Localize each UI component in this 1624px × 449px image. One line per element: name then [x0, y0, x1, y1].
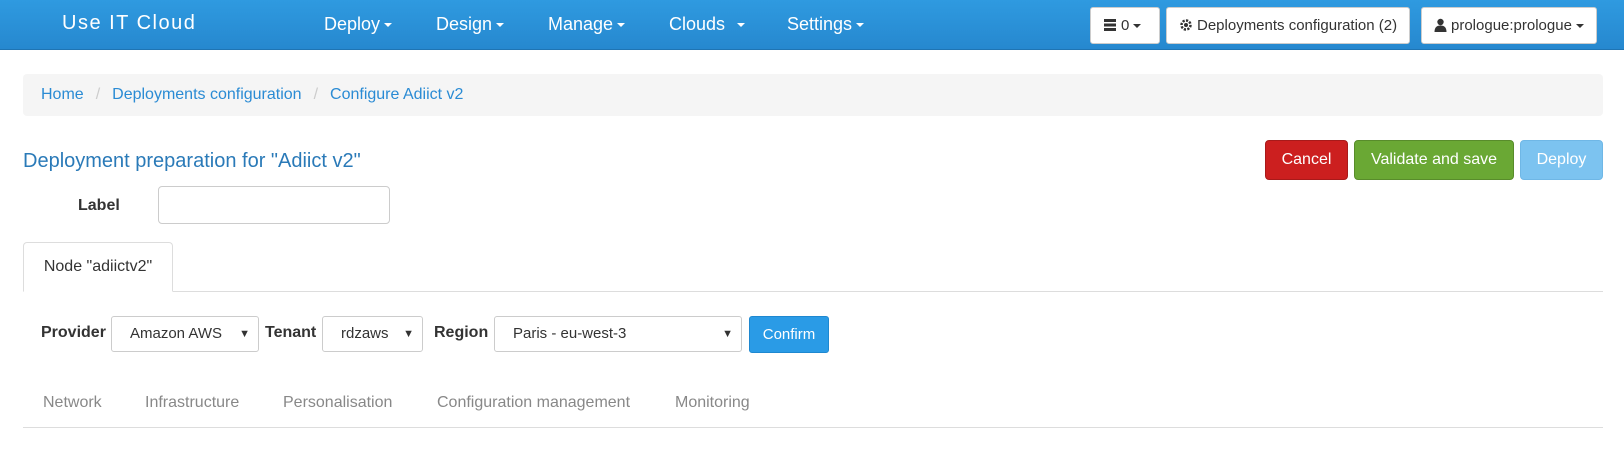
breadcrumb-separator: /	[95, 86, 101, 103]
menu-design-label: Design	[436, 14, 493, 34]
menu-settings-label: Settings	[787, 14, 853, 34]
provider-value: Amazon AWS	[130, 325, 222, 342]
region-label: Region	[434, 324, 489, 341]
label-input[interactable]	[158, 186, 390, 224]
dropdown-arrow-icon: ▼	[239, 328, 250, 340]
chevron-down-icon	[1133, 24, 1142, 29]
menu-manage-label: Manage	[548, 14, 614, 34]
deployments-config-label: Deployments configuration (2)	[1197, 17, 1398, 34]
server-icon	[1104, 19, 1116, 31]
menu-settings[interactable]: Settings	[787, 14, 865, 35]
chevron-down-icon	[384, 23, 393, 28]
chevron-down-icon	[617, 23, 626, 28]
server-count: 0	[1121, 17, 1130, 34]
tenant-value: rdzaws	[341, 325, 389, 342]
tab-node[interactable]: Node "adiictv2"	[23, 242, 173, 292]
brand-logo[interactable]: Use IT Cloud	[62, 12, 196, 35]
menu-clouds[interactable]: Clouds	[669, 14, 746, 35]
provider-select[interactable]: Amazon AWS ▼	[111, 316, 259, 352]
dropdown-arrow-icon: ▼	[722, 328, 733, 340]
breadcrumb: Home / Deployments configuration / Configure…	[23, 74, 1603, 116]
breadcrumb-deployments-configuration[interactable]: Deployments configuration	[112, 86, 301, 103]
server-count-button[interactable]: 0	[1090, 7, 1160, 44]
breadcrumb-home[interactable]: Home	[41, 86, 84, 103]
sections-divider	[23, 427, 1603, 428]
tabs-divider	[23, 291, 1603, 292]
tab-infrastructure[interactable]: Infrastructure	[145, 394, 239, 412]
chevron-down-icon	[496, 23, 505, 28]
cancel-button[interactable]: Cancel	[1265, 140, 1348, 180]
tenant-select[interactable]: rdzaws ▼	[322, 316, 423, 352]
breadcrumb-separator: /	[313, 86, 319, 103]
region-value: Paris - eu-west-3	[513, 325, 627, 342]
tenant-label: Tenant	[265, 324, 317, 341]
gear-icon	[1180, 19, 1192, 31]
confirm-button[interactable]: Confirm	[749, 316, 829, 353]
tab-network[interactable]: Network	[43, 394, 102, 412]
page-title: Deployment preparation for "Adiict v2"	[23, 150, 361, 172]
deploy-button[interactable]: Deploy	[1520, 140, 1603, 180]
tab-monitoring[interactable]: Monitoring	[675, 394, 750, 412]
label-caption: Label	[78, 197, 120, 214]
top-navbar: Use IT Cloud Deploy Design Manage Clouds…	[0, 0, 1624, 50]
dropdown-arrow-icon: ▼	[403, 328, 414, 340]
tab-configuration-management[interactable]: Configuration management	[437, 394, 630, 412]
deployments-config-button[interactable]: Deployments configuration (2)	[1166, 7, 1411, 44]
tab-personalisation[interactable]: Personalisation	[283, 394, 392, 412]
user-icon	[1434, 18, 1447, 32]
breadcrumb-configure[interactable]: Configure Adiict v2	[330, 86, 463, 103]
chevron-down-icon	[856, 23, 865, 28]
menu-deploy-label: Deploy	[324, 14, 381, 34]
menu-clouds-label: Clouds	[669, 14, 726, 34]
menu-design[interactable]: Design	[436, 14, 505, 35]
user-name: prologue:prologue	[1451, 17, 1572, 34]
chevron-down-icon	[1575, 24, 1584, 29]
provider-label: Provider	[41, 324, 106, 341]
menu-deploy[interactable]: Deploy	[324, 14, 393, 35]
menu-manage[interactable]: Manage	[548, 14, 626, 35]
region-select[interactable]: Paris - eu-west-3 ▼	[494, 316, 742, 352]
validate-and-save-button[interactable]: Validate and save	[1354, 140, 1514, 180]
user-menu-button[interactable]: prologue:prologue	[1421, 7, 1597, 44]
chevron-down-icon	[737, 23, 746, 28]
